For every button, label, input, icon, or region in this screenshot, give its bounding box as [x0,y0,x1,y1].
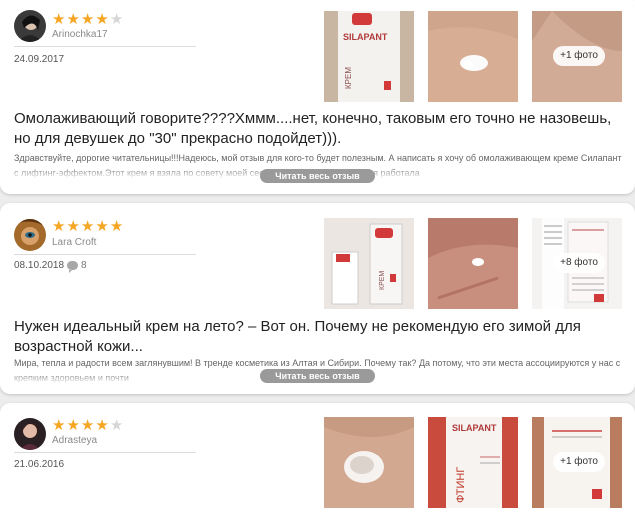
avatar[interactable] [14,418,46,450]
review-date: 08.10.2018 [14,260,65,271]
avatar[interactable] [14,10,46,42]
comments-count[interactable]: 8 [67,260,87,273]
star-icon: ★ [109,417,124,434]
review-card: ★ ★ ★ ★ ★ Adrasteya 21.06.2016 SILAPANT ФТИН… [0,403,635,520]
review-photo[interactable] [324,417,414,508]
author-name[interactable]: Lara Croft [52,237,96,248]
review-card: ★ ★ ★ ★ ★ Arinochka17 24.09.2017 SILAPANT КР… [0,0,635,194]
star-icon: ★ [52,417,66,434]
more-photos-badge[interactable]: +1 фото [553,46,605,66]
star-icon: ★ [66,218,80,235]
author-name[interactable]: Arinochka17 [52,29,108,40]
star-icon: ★ [52,11,66,28]
more-photos-badge[interactable]: +1 фото [553,452,605,472]
svg-text:ФТИНГ: ФТИНГ [455,467,467,503]
review-photo[interactable]: SILAPANT КРЕМ [324,11,414,102]
rating-stars: ★ ★ ★ ★ ★ [52,12,123,27]
star-icon: ★ [95,11,109,28]
svg-text:КРЕМ: КРЕМ [379,271,386,290]
review-photo[interactable]: +8 фото [532,218,622,309]
divider [14,46,196,47]
star-icon: ★ [52,218,66,235]
review-date: 21.06.2016 [14,459,65,470]
star-icon: ★ [95,417,109,434]
review-title[interactable]: Нужен идеальный крем на лето? – Вот он. … [14,317,622,357]
star-icon: ★ [80,417,95,434]
star-icon: ★ [95,218,109,235]
author-name[interactable]: Adrasteya [52,435,97,446]
star-icon: ★ [66,11,80,28]
comment-icon [67,261,78,273]
comments-count-value: 8 [81,260,87,271]
svg-text:SILAPANT: SILAPANT [452,423,497,433]
review-photo[interactable]: КРЕМ [324,218,414,309]
svg-text:SILAPANT: SILAPANT [343,32,388,42]
review-photo[interactable]: +1 фото [532,417,622,508]
review-photo[interactable] [428,218,518,309]
review-title[interactable]: Омолаживающий говорите????Хммм....нет, к… [14,109,622,149]
review-photo[interactable] [428,11,518,102]
divider [14,452,196,453]
read-full-review-button[interactable]: Читать весь отзыв [260,369,375,383]
review-date: 24.09.2017 [14,54,65,65]
review-photo[interactable]: SILAPANT ФТИНГ [428,417,518,508]
review-photo[interactable]: +1 фото [532,11,622,102]
star-icon: ★ [66,417,80,434]
avatar[interactable] [14,219,46,251]
divider [14,254,196,255]
star-icon: ★ [80,11,95,28]
review-card: ★ ★ ★ ★ ★ Lara Croft 08.10.2018 8 КРЕМ +… [0,203,635,394]
read-full-review-button[interactable]: Читать весь отзыв [260,169,375,183]
star-icon: ★ [109,11,124,28]
svg-text:КРЕМ: КРЕМ [344,67,353,89]
rating-stars: ★ ★ ★ ★ ★ [52,219,123,234]
star-icon: ★ [109,218,124,235]
more-photos-badge[interactable]: +8 фото [553,253,605,273]
rating-stars: ★ ★ ★ ★ ★ [52,418,123,433]
star-icon: ★ [80,218,95,235]
